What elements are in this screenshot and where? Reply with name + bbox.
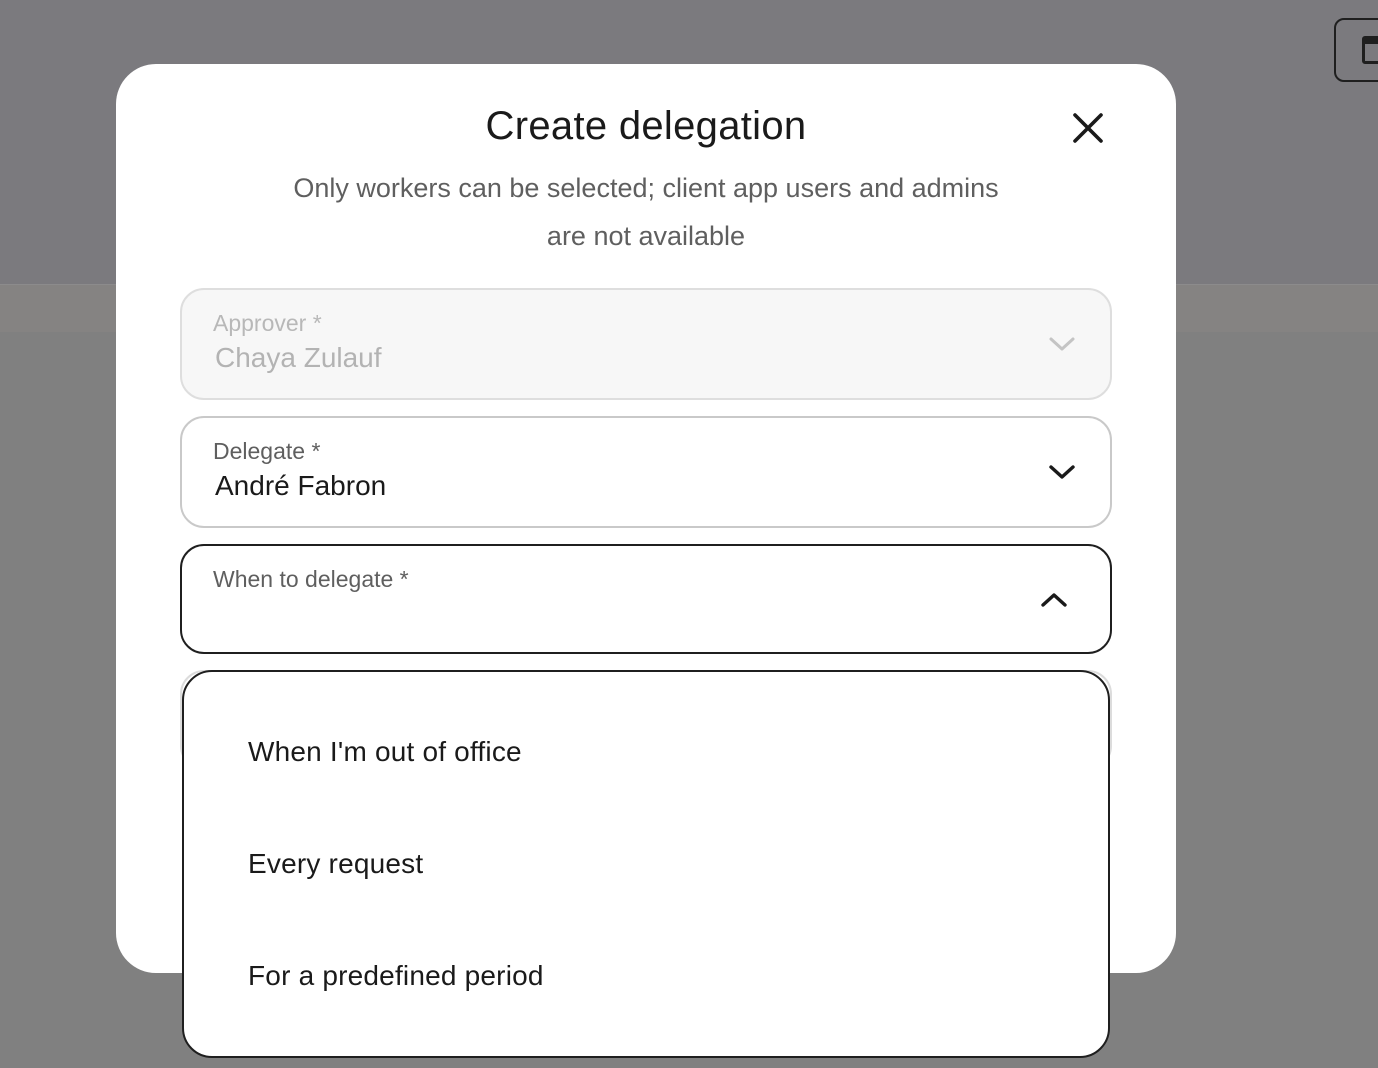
- printer-icon: [1362, 36, 1378, 64]
- delegate-value: André Fabron: [215, 470, 387, 501]
- option-out-of-office[interactable]: When I'm out of office: [248, 736, 522, 768]
- chevron-down-icon: [1046, 328, 1078, 360]
- when-to-delegate-label: When to delegate *: [213, 566, 409, 592]
- modal-subtitle: Only workers can be selected; client app…: [293, 173, 999, 251]
- approver-value: Chaya Zulauf: [215, 342, 382, 373]
- option-predefined-period[interactable]: For a predefined period: [248, 960, 544, 992]
- delegate-label: Delegate *: [213, 438, 321, 464]
- close-icon: [1073, 113, 1103, 143]
- approver-select: Approver * Chaya Zulauf: [180, 288, 1112, 400]
- when-to-delegate-dropdown: When I'm out of office Every request For…: [182, 670, 1110, 1058]
- delegate-select[interactable]: Delegate * André Fabron: [180, 416, 1112, 528]
- when-to-delegate-select[interactable]: When to delegate *: [180, 544, 1112, 654]
- option-every-request[interactable]: Every request: [248, 848, 423, 880]
- background-action-button: [1334, 18, 1378, 82]
- close-button[interactable]: [1064, 104, 1112, 152]
- approver-label: Approver *: [213, 310, 322, 336]
- chevron-up-icon[interactable]: [1038, 584, 1070, 616]
- chevron-down-icon[interactable]: [1046, 456, 1078, 488]
